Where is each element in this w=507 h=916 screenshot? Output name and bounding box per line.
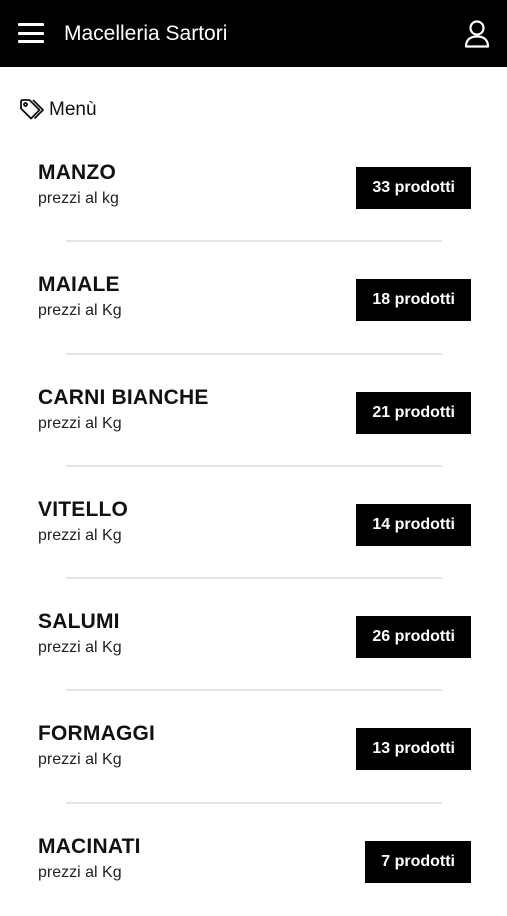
category-item[interactable]: MAIALE prezzi al Kg 18 prodotti xyxy=(0,242,507,355)
product-count-badge: 14 prodotti xyxy=(356,503,471,546)
product-count-badge: 18 prodotti xyxy=(356,279,471,322)
top-app-bar: Macelleria Sartori xyxy=(0,0,507,67)
category-item[interactable]: VITELLO prezzi al Kg 14 prodotti xyxy=(0,467,507,580)
category-price-unit: prezzi al Kg xyxy=(38,751,122,769)
category-name: CARNI BIANCHE xyxy=(38,385,209,409)
category-name: MACINATI xyxy=(38,834,141,858)
tag-icon xyxy=(19,98,46,122)
category-price-unit: prezzi al kg xyxy=(38,190,119,207)
product-count-badge: 33 prodotti xyxy=(356,167,471,209)
product-count-badge: 7 prodotti xyxy=(365,840,471,883)
section-header: Menù xyxy=(19,97,97,123)
category-item[interactable]: MANZO prezzi al kg 33 prodotti xyxy=(0,130,507,243)
category-name: FORMAGGI xyxy=(38,722,156,746)
app-title: Macelleria Sartori xyxy=(64,22,228,45)
hamburger-menu-icon[interactable] xyxy=(18,21,44,45)
category-name: SALUMI xyxy=(38,610,120,634)
category-price-unit: prezzi al Kg xyxy=(38,863,122,881)
category-price-unit: prezzi al Kg xyxy=(38,302,122,320)
category-item[interactable]: MACINATI prezzi al Kg 7 prodotti xyxy=(0,804,507,916)
section-title: Menù xyxy=(49,99,97,120)
category-name: MAIALE xyxy=(38,273,120,297)
category-price-unit: prezzi al Kg xyxy=(38,414,122,432)
product-count-badge: 26 prodotti xyxy=(356,616,471,659)
category-name: VITELLO xyxy=(38,497,129,521)
category-name: MANZO xyxy=(38,161,116,184)
product-count-badge: 21 prodotti xyxy=(356,391,471,434)
category-item[interactable]: CARNI BIANCHE prezzi al Kg 21 prodotti xyxy=(0,355,507,467)
product-count-badge: 13 prodotti xyxy=(356,728,471,771)
category-item[interactable]: FORMAGGI prezzi al Kg 13 prodotti xyxy=(0,691,507,804)
category-price-unit: prezzi al Kg xyxy=(38,526,122,544)
category-item[interactable]: SALUMI prezzi al Kg 26 prodotti xyxy=(0,579,507,692)
category-list: MANZO prezzi al kg 33 prodotti MAIALE pr… xyxy=(0,130,507,916)
user-icon[interactable] xyxy=(463,19,491,49)
category-price-unit: prezzi al Kg xyxy=(38,639,122,657)
